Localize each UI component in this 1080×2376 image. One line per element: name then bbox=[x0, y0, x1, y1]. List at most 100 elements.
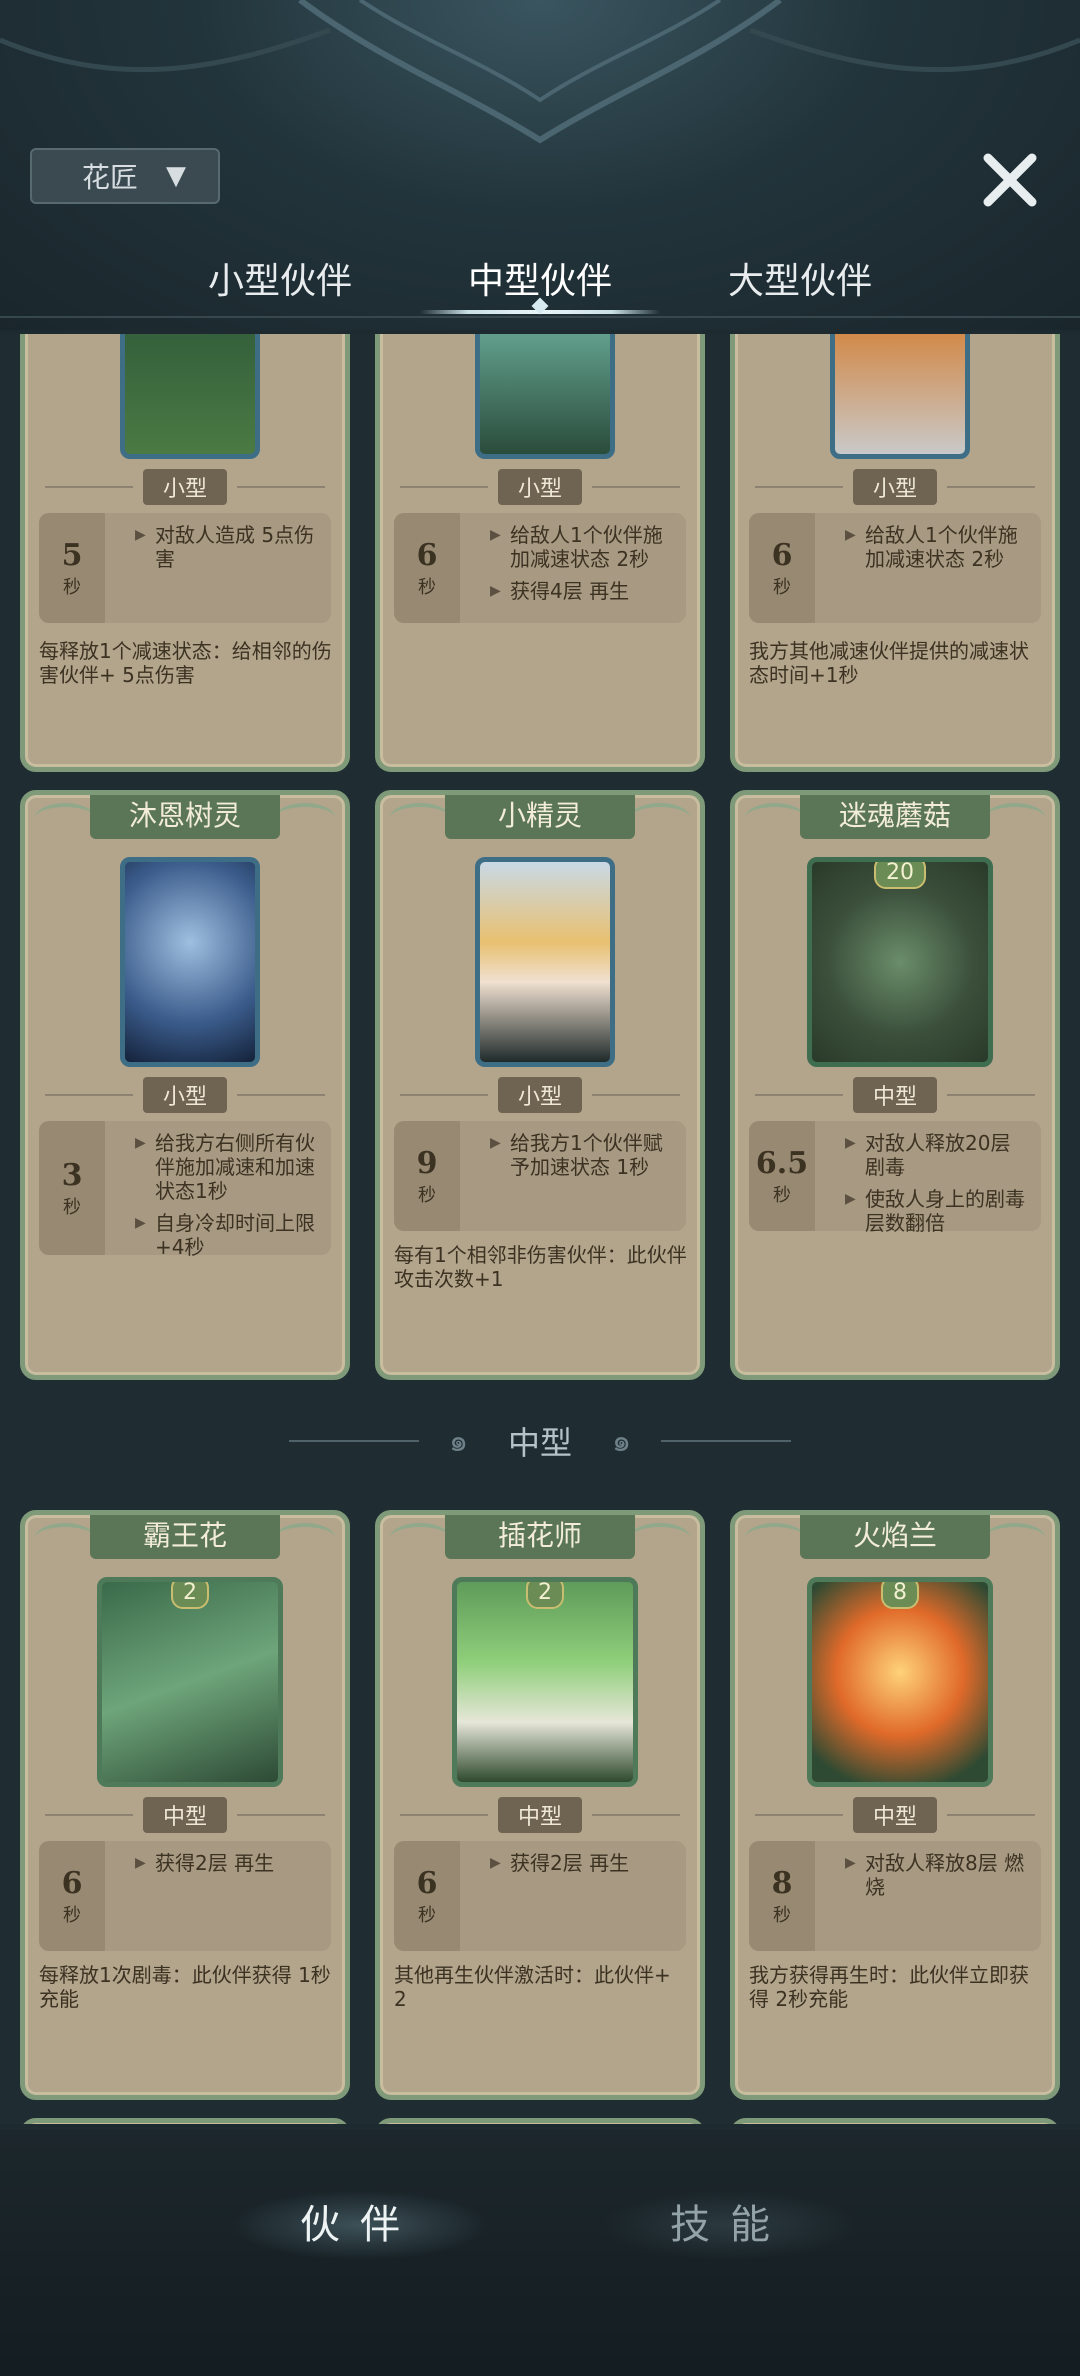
size-divider: 小型 bbox=[390, 469, 690, 505]
partner-name: 迷魂蘑菇 bbox=[800, 795, 990, 839]
partner-card[interactable] bbox=[375, 2118, 705, 2124]
partner-card[interactable]: 小型 6秒 给敌人1个伙伴施加减速状态 2秒 获得4层 再生 bbox=[375, 334, 705, 772]
skill-line: 获得2层 再生 bbox=[490, 1851, 676, 1875]
size-tag: 小型 bbox=[498, 1077, 583, 1113]
partner-card[interactable]: 火焰兰 8 中型 8秒 对敌人释放8层 燃烧 我方获得再生时：此伙伴立即获得 2… bbox=[730, 1510, 1060, 2100]
partner-name: 小精灵 bbox=[445, 795, 635, 839]
skill-line: 获得4层 再生 bbox=[490, 579, 676, 603]
filter-funnel-icon: ▼ bbox=[166, 161, 187, 191]
partner-portrait bbox=[120, 334, 260, 459]
close-button[interactable] bbox=[970, 140, 1050, 220]
cooldown: 8秒 bbox=[749, 1841, 815, 1951]
skill-line: 给我方右侧所有伙伴施加减速和加速状态1秒 bbox=[135, 1131, 321, 1203]
partner-card[interactable]: 小型 5秒 对敌人造成 5点伤害 每释放1个减速状态：给相邻的伤害伙伴+ 5点伤… bbox=[20, 334, 350, 772]
close-icon bbox=[983, 153, 1037, 207]
size-divider: 小型 bbox=[35, 469, 335, 505]
size-tag: 中型 bbox=[143, 1797, 228, 1833]
skill-line: 自身冷却时间上限+4秒 bbox=[135, 1211, 321, 1259]
size-tag: 小型 bbox=[498, 469, 583, 505]
size-tag: 中型 bbox=[853, 1797, 938, 1833]
cooldown: 6秒 bbox=[39, 1841, 105, 1951]
partner-portrait: 2 bbox=[452, 1577, 638, 1787]
cooldown: 6.5 秒 bbox=[749, 1121, 815, 1231]
skill-box: 8秒 对敌人释放8层 燃烧 bbox=[749, 1841, 1041, 1951]
section-header-medium: ๑ 中型 ๑ bbox=[0, 1406, 1080, 1476]
skill-box: 6秒 获得2层 再生 bbox=[39, 1841, 331, 1951]
partner-card[interactable]: 霸王花 2 中型 6秒 获得2层 再生 每释放1次剧毒：此伙伴获得 1秒充能 bbox=[20, 1510, 350, 2100]
partner-portrait: 8 bbox=[807, 1577, 993, 1787]
passive-desc: 我方获得再生时：此伙伴立即获得 2秒充能 bbox=[749, 1963, 1029, 2011]
size-tag: 中型 bbox=[853, 1077, 938, 1113]
cost-badge: 20 bbox=[874, 862, 926, 889]
skill-box: 6秒 给敌人1个伙伴施加减速状态 2秒 获得4层 再生 bbox=[394, 513, 686, 623]
partner-list[interactable]: 小型 5秒 对敌人造成 5点伤害 每释放1个减速状态：给相邻的伤害伙伴+ 5点伤… bbox=[0, 334, 1080, 2124]
partner-portrait bbox=[475, 334, 615, 459]
partner-name: 霸王花 bbox=[90, 1515, 280, 1559]
skill-box: 3秒 给我方右侧所有伙伴施加减速和加速状态1秒 自身冷却时间上限+4秒 bbox=[39, 1121, 331, 1259]
passive-desc: 每有1个相邻非伤害伙伴：此伙伴攻击次数+1 bbox=[394, 1243, 687, 1291]
skill-line: 使敌人身上的剧毒层数翻倍 bbox=[845, 1187, 1031, 1235]
cooldown: 9秒 bbox=[394, 1121, 460, 1231]
partner-name: 沐恩树灵 bbox=[90, 795, 280, 839]
size-divider: 中型 bbox=[35, 1797, 335, 1833]
cooldown: 6秒 bbox=[394, 1841, 460, 1951]
cost-badge: 2 bbox=[171, 1582, 209, 1609]
partner-card[interactable]: 小精灵 小型 9秒 给我方1个伙伴赋予加速状态 1秒 每有1个相邻非伤害伙伴：此… bbox=[375, 790, 705, 1380]
filter-label: 花匠 bbox=[82, 161, 139, 194]
skill-box: 6.5秒 对敌人释放20层 剧毒 使敌人身上的剧毒层数翻倍 bbox=[749, 1121, 1041, 1235]
nav-skills-button[interactable]: 技能 bbox=[600, 2190, 860, 2260]
size-divider: 小型 bbox=[35, 1077, 335, 1113]
bottom-navigation: 伙伴 技能 bbox=[0, 2130, 1080, 2376]
cooldown: 3秒 bbox=[39, 1121, 105, 1255]
size-tag: 中型 bbox=[498, 1797, 583, 1833]
skill-box: 6秒 获得2层 再生 bbox=[394, 1841, 686, 1951]
nav-partners-button[interactable]: 伙伴 bbox=[230, 2190, 490, 2260]
skill-line: 获得2层 再生 bbox=[135, 1851, 321, 1875]
skill-line: 对敌人造成 5点伤害 bbox=[135, 523, 321, 571]
skill-line: 给敌人1个伙伴施加减速状态 2秒 bbox=[490, 523, 676, 571]
partner-portrait bbox=[475, 857, 615, 1067]
partner-card[interactable]: 插花师 2 中型 6秒 获得2层 再生 其他再生伙伴激活时：此伙伴+ 2 bbox=[375, 1510, 705, 2100]
size-tag: 小型 bbox=[143, 469, 228, 505]
skill-line: 给敌人1个伙伴施加减速状态 2秒 bbox=[845, 523, 1031, 571]
passive-desc: 我方其他减速伙伴提供的减速状态时间+1秒 bbox=[749, 639, 1029, 687]
partner-name: 插花师 bbox=[445, 1515, 635, 1559]
passive-desc: 每释放1次剧毒：此伙伴获得 1秒充能 bbox=[39, 1963, 331, 2011]
cost-badge: 8 bbox=[881, 1582, 919, 1609]
cooldown: 6秒 bbox=[749, 513, 815, 623]
partner-portrait: 2 bbox=[97, 1577, 283, 1787]
skill-box: 9秒 给我方1个伙伴赋予加速状态 1秒 bbox=[394, 1121, 686, 1231]
partner-name: 火焰兰 bbox=[800, 1515, 990, 1559]
skill-line: 给我方1个伙伴赋予加速状态 1秒 bbox=[490, 1131, 676, 1179]
size-divider: 小型 bbox=[745, 469, 1045, 505]
skill-line: 对敌人释放8层 燃烧 bbox=[845, 1851, 1031, 1899]
cooldown: 6秒 bbox=[394, 513, 460, 623]
swirl-icon: ๑ bbox=[448, 1423, 468, 1459]
partner-portrait bbox=[120, 857, 260, 1067]
partner-card[interactable]: 小型 6秒 给敌人1个伙伴施加减速状态 2秒 我方其他减速伙伴提供的减速状态时间… bbox=[730, 334, 1060, 772]
size-divider: 中型 bbox=[745, 1077, 1045, 1113]
filter-dropdown[interactable]: 花匠 ▼ bbox=[30, 148, 220, 204]
partner-card[interactable]: 迷魂蘑菇 20 中型 6.5秒 对敌人释放20层 剧毒 使敌人身上的剧毒层数翻倍 bbox=[730, 790, 1060, 1380]
tab-small-partners[interactable]: 小型伙伴 bbox=[150, 240, 410, 320]
swirl-icon: ๑ bbox=[612, 1423, 632, 1459]
passive-desc: 每释放1个减速状态：给相邻的伤害伙伴+ 5点伤害 bbox=[39, 639, 332, 687]
size-divider: 中型 bbox=[745, 1797, 1045, 1833]
partner-portrait: 20 bbox=[807, 857, 993, 1067]
partner-portrait bbox=[830, 334, 970, 459]
partner-card[interactable] bbox=[730, 2118, 1060, 2124]
size-divider: 中型 bbox=[390, 1797, 690, 1833]
passive-desc: 其他再生伙伴激活时：此伙伴+ 2 bbox=[394, 1963, 671, 2011]
tab-large-partners[interactable]: 大型伙伴 bbox=[670, 240, 930, 320]
size-tag: 小型 bbox=[143, 1077, 228, 1113]
skill-box: 5秒 对敌人造成 5点伤害 bbox=[39, 513, 331, 623]
skill-box: 6秒 给敌人1个伙伴施加减速状态 2秒 bbox=[749, 513, 1041, 623]
partner-card[interactable]: 沐恩树灵 小型 3秒 给我方右侧所有伙伴施加减速和加速状态1秒 自身冷却时间上限… bbox=[20, 790, 350, 1380]
cooldown: 5秒 bbox=[39, 513, 105, 623]
partner-card[interactable] bbox=[20, 2118, 350, 2124]
header-ornament bbox=[0, 0, 1080, 144]
section-title: 中型 bbox=[507, 1424, 572, 1462]
skill-line: 对敌人释放20层 剧毒 bbox=[845, 1131, 1031, 1179]
tab-divider bbox=[0, 316, 1080, 318]
size-divider: 小型 bbox=[390, 1077, 690, 1113]
